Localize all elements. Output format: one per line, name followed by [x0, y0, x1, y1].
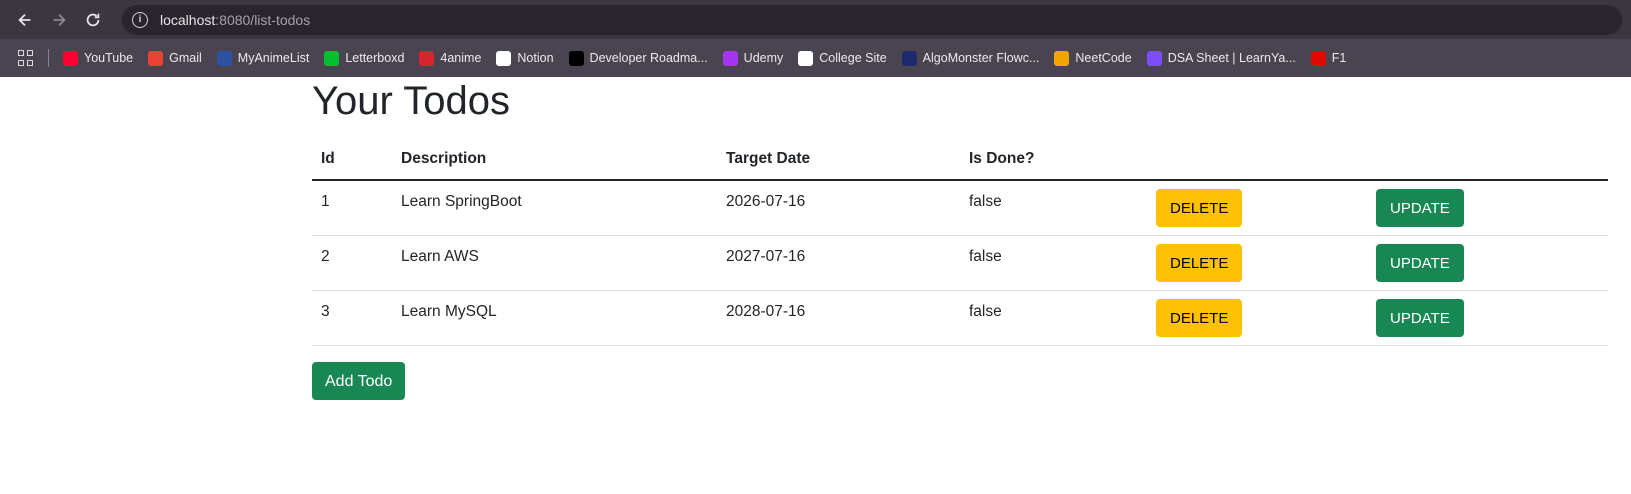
todo-target-date: 2028-07-16	[717, 290, 960, 346]
column-header-delete	[1147, 139, 1367, 181]
todo-id: 2	[312, 235, 392, 291]
back-button[interactable]	[8, 3, 42, 37]
main-content: Your Todos Id Description Target Date Is…	[312, 77, 1608, 400]
myanimelist-icon	[216, 50, 232, 66]
4anime-icon	[419, 50, 435, 66]
bookmark-item[interactable]: NeetCode	[1054, 50, 1132, 66]
bookmark-item[interactable]: F1	[1310, 50, 1347, 66]
globe-icon	[798, 50, 814, 66]
forward-button[interactable]	[42, 3, 76, 37]
delete-cell: DELETE	[1147, 180, 1367, 236]
letterboxd-icon	[324, 50, 340, 66]
todo-target-date: 2027-07-16	[717, 235, 960, 291]
table-row: 3 Learn MySQL 2028-07-16 false DELETE UP…	[312, 290, 1608, 346]
browser-toolbar: i localhost:8080/list-todos	[0, 0, 1631, 39]
bookmark-label: Gmail	[169, 51, 202, 65]
update-button[interactable]: UPDATE	[1376, 298, 1464, 337]
table-header-row: Id Description Target Date Is Done?	[312, 139, 1608, 181]
column-header-id: Id	[312, 139, 392, 181]
column-header-description: Description	[392, 139, 717, 181]
bookmark-item[interactable]: Letterboxd	[324, 50, 405, 66]
bookmark-label: F1	[1331, 51, 1347, 65]
notion-icon	[496, 50, 512, 66]
update-button[interactable]: UPDATE	[1376, 243, 1464, 282]
neetcode-icon	[1054, 50, 1070, 66]
url-path: :8080/list-todos	[215, 11, 311, 28]
bookmark-label: College Site	[819, 51, 887, 65]
column-header-target-date: Target Date	[717, 139, 960, 181]
todo-id: 1	[312, 180, 392, 236]
todo-description: Learn AWS	[392, 235, 717, 291]
bookmark-label: YouTube	[84, 51, 134, 65]
udemy-icon	[722, 50, 738, 66]
delete-button[interactable]: DELETE	[1156, 243, 1243, 282]
bookmark-label: Udemy	[743, 51, 784, 65]
youtube-icon	[63, 50, 78, 66]
bookmarks-divider	[48, 49, 49, 67]
info-icon[interactable]: i	[132, 11, 148, 28]
bookmark-item[interactable]: Udemy	[722, 50, 784, 66]
bookmark-item[interactable]: DSA Sheet | LearnYa...	[1146, 50, 1296, 66]
f1-icon	[1310, 50, 1326, 66]
gmail-icon	[148, 50, 164, 66]
bookmark-label: Developer Roadma...	[589, 51, 708, 65]
update-cell: UPDATE	[1367, 290, 1608, 346]
bookmark-label: 4anime	[440, 51, 482, 65]
bookmark-item[interactable]: 4anime	[419, 50, 482, 66]
todo-target-date: 2026-07-16	[717, 180, 960, 236]
todo-description: Learn MySQL	[392, 290, 717, 346]
bookmark-label: AlgoMonster Flowc...	[922, 51, 1040, 65]
roadmap-icon	[568, 50, 584, 66]
delete-cell: DELETE	[1147, 290, 1367, 346]
page-title: Your Todos	[312, 79, 510, 123]
todo-done: false	[960, 180, 1147, 236]
reload-icon	[86, 13, 100, 26]
column-header-update	[1367, 139, 1608, 181]
update-button[interactable]: UPDATE	[1376, 188, 1464, 227]
arrow-left-icon	[18, 13, 31, 26]
add-todo-button[interactable]: Add Todo	[312, 361, 406, 400]
table-row: 2 Learn AWS 2027-07-16 false DELETE UPDA…	[312, 235, 1608, 291]
arrow-right-icon	[53, 13, 66, 26]
bookmark-label: NeetCode	[1075, 51, 1132, 65]
todo-done: false	[960, 290, 1147, 346]
delete-button[interactable]: DELETE	[1156, 188, 1243, 227]
apps-grid-icon[interactable]	[18, 50, 34, 66]
bookmarks-bar: YouTube Gmail MyAnimeList Letterboxd 4anime N…	[0, 39, 1631, 77]
todos-table: Id Description Target Date Is Done? 1 Le…	[312, 139, 1608, 346]
bookmark-item[interactable]: Gmail	[148, 50, 202, 66]
algomonster-icon	[901, 50, 917, 66]
update-cell: UPDATE	[1367, 180, 1608, 236]
bookmark-label: MyAnimeList	[237, 51, 310, 65]
bookmark-item[interactable]: Developer Roadma...	[568, 50, 708, 66]
bookmark-item[interactable]: College Site	[798, 50, 887, 66]
url-host: localhost	[160, 11, 216, 28]
todo-done: false	[960, 235, 1147, 291]
bookmark-item[interactable]: AlgoMonster Flowc...	[901, 50, 1040, 66]
bookmark-item[interactable]: MyAnimeList	[216, 50, 310, 66]
address-bar[interactable]: i localhost:8080/list-todos	[122, 4, 1622, 35]
bookmark-label: Notion	[517, 51, 554, 65]
learnyard-icon	[1146, 50, 1162, 66]
column-header-is-done: Is Done?	[960, 139, 1147, 181]
bookmark-label: Letterboxd	[345, 51, 405, 65]
delete-button[interactable]: DELETE	[1156, 298, 1243, 337]
reload-button[interactable]	[76, 3, 110, 37]
url-text[interactable]: localhost:8080/list-todos	[160, 12, 310, 28]
bookmark-label: DSA Sheet | LearnYa...	[1167, 51, 1296, 65]
delete-cell: DELETE	[1147, 235, 1367, 291]
todo-description: Learn SpringBoot	[392, 180, 717, 236]
table-row: 1 Learn SpringBoot 2026-07-16 false DELE…	[312, 180, 1608, 236]
bookmark-item[interactable]: Notion	[496, 50, 554, 66]
bookmark-item[interactable]: YouTube	[63, 50, 134, 66]
todo-id: 3	[312, 290, 392, 346]
update-cell: UPDATE	[1367, 235, 1608, 291]
